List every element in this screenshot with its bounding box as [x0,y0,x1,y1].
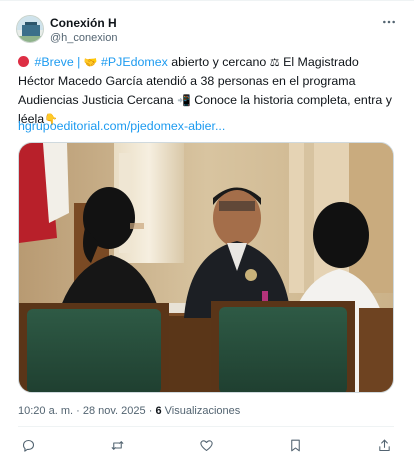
share-button[interactable] [373,436,395,454]
scales-icon: ⚖ [269,56,280,69]
hashtag-pjedomex[interactable]: #PJEdomex [101,55,168,69]
share-icon [378,439,390,451]
reply-button[interactable] [17,436,39,454]
author-name[interactable]: Conexión H [50,16,117,30]
separator: | [77,55,81,69]
like-button[interactable] [195,436,217,454]
timestamp-dot: · [76,405,80,417]
divider [18,426,394,427]
author-handle[interactable]: @h_conexion [50,32,117,44]
tweet-timestamp: 10:20 a. m. · 28 nov. 2025 · 6 Visualiza… [18,405,240,417]
tweet-date[interactable]: 28 nov. 2025 [83,405,146,417]
tweet-time[interactable]: 10:20 a. m. [18,405,73,417]
reply-icon [22,439,34,452]
more-icon [383,20,395,24]
photo-scene [19,143,393,392]
tweet-card[interactable]: Conexión H @h_conexion #Breve | 🤝 #PJEdo… [0,0,414,468]
more-options-button[interactable] [380,13,398,31]
bookmark-icon [290,439,300,451]
views-label[interactable]: Visualizaciones [165,405,241,417]
like-icon [199,439,213,451]
retweet-icon [111,440,123,450]
red-circle-icon [18,56,29,67]
bookmark-button[interactable] [284,436,306,454]
phone-arrow-icon: 📲 [177,94,191,107]
tweet-text-part: abierto y cercano [167,55,270,69]
author-avatar[interactable] [16,15,44,43]
handshake-icon: 🤝 [83,56,98,69]
tweet-text: #Breve | 🤝 #PJEdomex abierto y cercano ⚖… [18,53,396,129]
tweet-photo[interactable] [18,142,394,393]
views-count: 6 [155,405,162,417]
article-link[interactable]: hgrupoeditorial.com/pjedomex-abier... [18,119,225,133]
timestamp-dot: · [148,405,153,417]
hashtag-breve[interactable]: #Breve [34,55,73,69]
retweet-button[interactable] [106,436,128,454]
